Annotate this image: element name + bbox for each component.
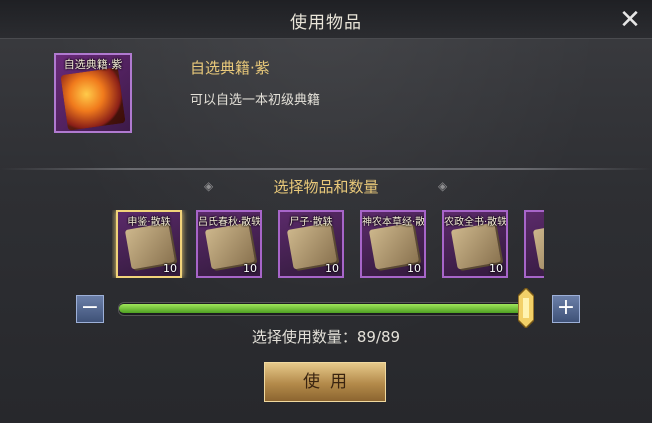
item-choice-name: 吕氏春秋·散轶 bbox=[198, 217, 262, 228]
item-icon: 自选典籍·紫 bbox=[54, 53, 132, 133]
item-choice-slot[interactable]: 神农本草经·散轶 10 bbox=[360, 210, 426, 278]
item-choice-name: 尸子·散轶 bbox=[289, 217, 333, 228]
item-choice-slot[interactable]: 申鉴·散轶 10 bbox=[116, 210, 182, 278]
item-choice-count: 10 bbox=[489, 262, 503, 275]
item-choice-list[interactable]: 申鉴·散轶 10 吕氏春秋·散轶 10 尸子·散轶 10 神农本草经·散轶 10… bbox=[112, 210, 544, 278]
title-bar: 使用物品 ✕ bbox=[0, 0, 652, 39]
item-choice-count: 10 bbox=[325, 262, 339, 275]
item-choice-name: 申鉴·散轶 bbox=[127, 217, 171, 228]
item-choice-count: 10 bbox=[407, 262, 421, 275]
item-choice-slot[interactable]: 尸子·散轶 10 bbox=[278, 210, 344, 278]
item-choice-name: 农政全书·散轶 bbox=[444, 217, 508, 228]
slider-thumb-handle[interactable] bbox=[518, 288, 534, 328]
decrease-button[interactable]: − bbox=[76, 295, 104, 323]
item-name: 自选典籍·紫 bbox=[190, 59, 270, 77]
item-choice-name: 黄帝 bbox=[526, 213, 544, 228]
quantity-label: 选择使用数量：89/89 bbox=[251, 328, 401, 346]
quantity-slider[interactable] bbox=[118, 302, 528, 316]
item-choice-count: 10 bbox=[243, 262, 257, 275]
ornament-right-icon: ◈ bbox=[438, 179, 448, 193]
item-choice-slot[interactable]: 吕氏春秋·散轶 10 bbox=[196, 210, 262, 278]
item-choice-slot[interactable]: 黄帝 bbox=[524, 210, 544, 278]
item-choice-slot[interactable]: 农政全书·散轶 10 bbox=[442, 210, 508, 278]
use-button[interactable]: 使用 bbox=[264, 362, 386, 402]
increase-button[interactable]: + bbox=[552, 295, 580, 323]
section-title: 选择物品和数量 bbox=[273, 178, 379, 196]
book-art bbox=[60, 67, 126, 131]
close-icon[interactable]: ✕ bbox=[616, 6, 644, 34]
item-choice-name: 神农本草经·散轶 bbox=[362, 217, 426, 228]
item-choice-count: 10 bbox=[163, 262, 177, 275]
item-description: 可以自选一本初级典籍 bbox=[190, 93, 321, 108]
use-item-dialog: 使用物品 ✕ 自选典籍·紫 自选典籍·紫 可以自选一本初级典籍 ◈ 选择物品和数… bbox=[0, 0, 652, 423]
dialog-title: 使用物品 bbox=[290, 13, 362, 33]
item-icon-label: 自选典籍·紫 bbox=[63, 58, 123, 71]
section-divider bbox=[0, 168, 652, 170]
book-icon bbox=[532, 222, 544, 270]
quantity-slider-fill bbox=[119, 304, 525, 313]
